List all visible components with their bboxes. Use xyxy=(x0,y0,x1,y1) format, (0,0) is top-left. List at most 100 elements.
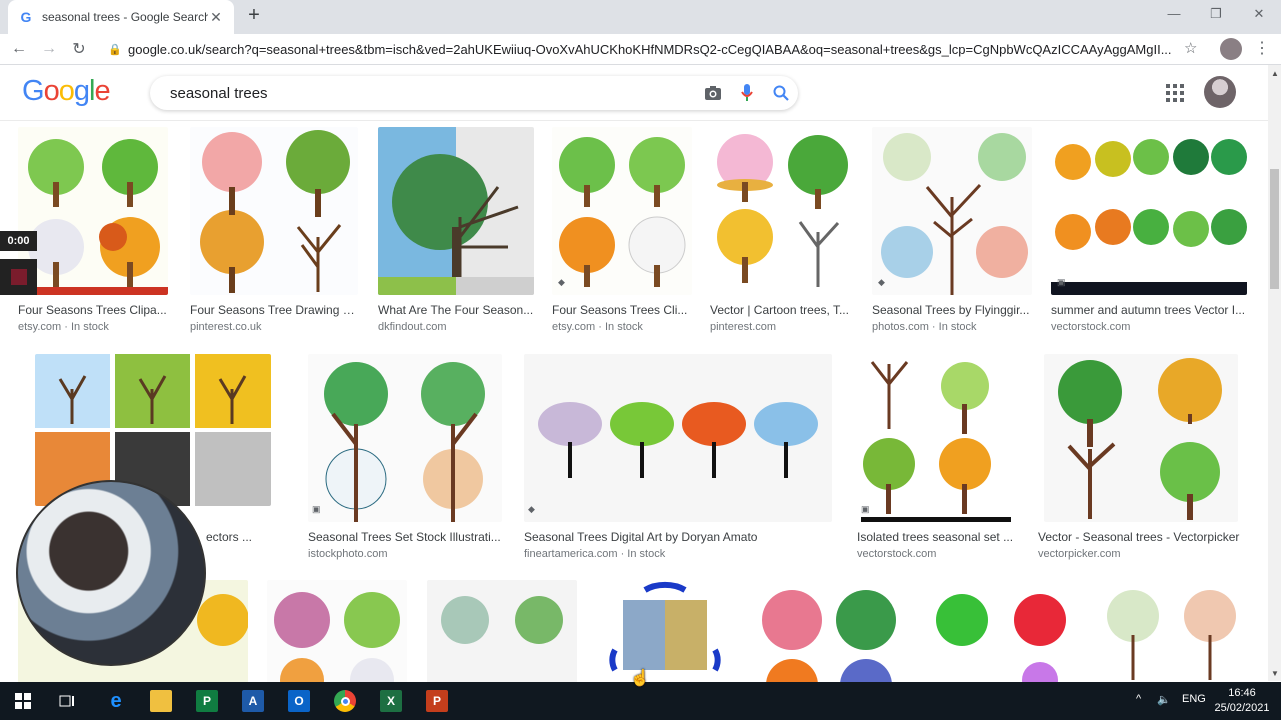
result-card[interactable]: ▣ Isolated trees seasonal set ... vector… xyxy=(857,354,1015,564)
file-explorer-icon[interactable] xyxy=(150,690,172,712)
result-caption[interactable]: Seasonal Trees Digital Art by Doryan Ama… xyxy=(524,530,832,544)
result-source[interactable]: pinterest.com xyxy=(710,321,854,333)
result-thumbnail[interactable] xyxy=(1051,127,1247,295)
result-card[interactable] xyxy=(595,580,735,682)
result-caption[interactable]: Seasonal Trees Set Stock Illustrati... xyxy=(308,530,502,544)
google-favicon-icon: G xyxy=(20,9,32,25)
reload-icon[interactable]: ↻ xyxy=(68,38,90,60)
result-card[interactable]: ▣ summer and autumn trees Vector I... ve… xyxy=(1051,127,1247,337)
result-caption[interactable]: summer and autumn trees Vector I... xyxy=(1051,303,1247,317)
result-thumbnail[interactable] xyxy=(595,580,735,682)
bookmark-star-icon[interactable]: ☆ xyxy=(1184,39,1197,57)
edge-icon[interactable]: e xyxy=(105,690,127,712)
excel-icon[interactable]: X xyxy=(380,690,402,712)
forward-icon[interactable]: → xyxy=(38,38,60,60)
result-caption[interactable]: ectors ... xyxy=(206,530,272,544)
new-tab-button[interactable]: + xyxy=(244,5,264,26)
powerpoint-icon[interactable]: P xyxy=(426,690,448,712)
minimize-icon[interactable]: — xyxy=(1164,6,1184,21)
result-thumbnail[interactable] xyxy=(190,127,358,295)
google-logo[interactable]: Google xyxy=(22,75,111,108)
result-source[interactable]: dkfindout.com xyxy=(378,321,534,333)
result-source[interactable]: vectorstock.com xyxy=(1051,321,1247,333)
address-bar[interactable]: 🔒 google.co.uk/search?q=seasonal+trees&t… xyxy=(108,36,1180,62)
result-source[interactable]: photos.com · In stock xyxy=(872,321,1032,333)
microphone-icon[interactable] xyxy=(730,76,764,110)
result-thumbnail[interactable] xyxy=(524,354,832,522)
result-thumbnail[interactable] xyxy=(308,354,502,522)
result-thumbnail[interactable] xyxy=(378,127,534,295)
account-avatar[interactable] xyxy=(1204,76,1236,108)
maximize-icon[interactable]: ❐ xyxy=(1206,6,1226,22)
result-thumbnail[interactable] xyxy=(267,580,407,682)
close-window-icon[interactable]: ✕ xyxy=(1249,6,1269,22)
result-thumbnail[interactable] xyxy=(552,127,692,295)
clock[interactable]: 16:46 25/02/2021 xyxy=(1212,686,1272,716)
result-caption[interactable]: Four Seasons Tree Drawing Sa... xyxy=(190,303,358,317)
result-source[interactable]: etsy.com · In stock xyxy=(552,321,692,333)
stop-recording-button[interactable] xyxy=(0,259,37,295)
result-card[interactable]: ▣ Seasonal Trees Set Stock Illustrati...… xyxy=(308,354,502,564)
profile-avatar[interactable] xyxy=(1220,38,1242,60)
result-source[interactable]: istockphoto.com xyxy=(308,548,502,560)
scroll-up-icon[interactable]: ▲ xyxy=(1271,69,1279,78)
tray-chevron-icon[interactable]: ^ xyxy=(1136,693,1141,705)
back-icon[interactable]: ← xyxy=(8,38,30,60)
result-thumbnail[interactable] xyxy=(35,354,271,506)
search-box[interactable]: seasonal trees xyxy=(150,76,798,110)
google-logo-letter: o xyxy=(43,75,60,107)
result-thumbnail[interactable] xyxy=(857,354,1015,522)
result-card[interactable]: Four Seasons Trees Clipa... etsy.com · I… xyxy=(18,127,168,337)
vertical-scrollbar[interactable]: ▲ ▼ xyxy=(1268,65,1281,681)
app-icon[interactable]: A xyxy=(242,690,264,712)
result-thumbnail[interactable] xyxy=(427,580,577,682)
outlook-icon[interactable]: O xyxy=(288,690,310,712)
result-caption[interactable]: What Are The Four Season... xyxy=(378,303,534,317)
result-thumbnail[interactable] xyxy=(1044,354,1238,522)
menu-kebab-icon[interactable]: ⋮ xyxy=(1254,38,1270,58)
result-card[interactable] xyxy=(754,580,904,682)
result-thumbnail[interactable] xyxy=(754,580,904,682)
result-card[interactable]: Vector | Cartoon trees, T... pinterest.c… xyxy=(710,127,854,337)
camera-icon[interactable] xyxy=(696,76,730,110)
chrome-icon[interactable] xyxy=(334,690,356,712)
result-source[interactable]: vectorstock.com xyxy=(857,548,1015,560)
result-source[interactable]: pinterest.co.uk xyxy=(190,321,358,333)
result-card[interactable] xyxy=(427,580,577,682)
tab-active[interactable]: G seasonal trees - Google Search ✕ xyxy=(8,0,234,34)
result-thumbnail[interactable] xyxy=(872,127,1032,295)
result-source[interactable]: etsy.com · In stock xyxy=(18,321,168,333)
tab-close-icon[interactable]: ✕ xyxy=(208,9,224,26)
scroll-down-icon[interactable]: ▼ xyxy=(1271,669,1279,678)
result-thumbnail[interactable] xyxy=(1098,580,1248,682)
result-card[interactable]: ◆ Seasonal Trees Digital Art by Doryan A… xyxy=(524,354,832,564)
result-card[interactable]: ◆ Seasonal Trees by Flyinggir... photos.… xyxy=(872,127,1032,337)
result-card[interactable]: What Are The Four Season... dkfindout.co… xyxy=(378,127,534,337)
result-card[interactable] xyxy=(1098,580,1248,682)
result-card[interactable] xyxy=(267,580,407,682)
result-caption[interactable]: Seasonal Trees by Flyinggir... xyxy=(872,303,1032,317)
result-caption[interactable]: Isolated trees seasonal set ... xyxy=(857,530,1015,544)
scrollbar-thumb[interactable] xyxy=(1270,169,1279,289)
volume-icon[interactable]: 🔈 xyxy=(1157,693,1171,706)
result-caption[interactable]: Vector | Cartoon trees, T... xyxy=(710,303,854,317)
result-thumbnail[interactable] xyxy=(710,127,854,295)
result-caption[interactable]: Vector - Seasonal trees - Vectorpicker xyxy=(1038,530,1248,544)
result-caption[interactable]: Four Seasons Trees Clipa... xyxy=(18,303,168,317)
result-source[interactable]: vectorpicker.com xyxy=(1038,548,1248,560)
publisher-icon[interactable]: P xyxy=(196,690,218,712)
search-icon[interactable] xyxy=(764,76,798,110)
apps-grid-icon[interactable] xyxy=(1166,84,1184,102)
result-caption[interactable]: Four Seasons Trees Cli... xyxy=(552,303,692,317)
result-thumbnail[interactable] xyxy=(18,127,168,295)
result-card[interactable]: ◆ Four Seasons Trees Cli... etsy.com · I… xyxy=(552,127,692,337)
task-view-icon[interactable] xyxy=(56,690,78,712)
result-source[interactable]: fineartamerica.com · In stock xyxy=(524,548,832,560)
result-card[interactable] xyxy=(922,580,1080,682)
search-input[interactable]: seasonal trees xyxy=(170,85,696,102)
windows-start-icon[interactable] xyxy=(12,690,34,712)
language-indicator[interactable]: ENG xyxy=(1182,693,1206,705)
result-thumbnail[interactable] xyxy=(922,580,1080,682)
result-card[interactable]: Four Seasons Tree Drawing Sa... pinteres… xyxy=(190,127,358,337)
result-card[interactable]: Vector - Seasonal trees - Vectorpicker v… xyxy=(1038,354,1248,564)
